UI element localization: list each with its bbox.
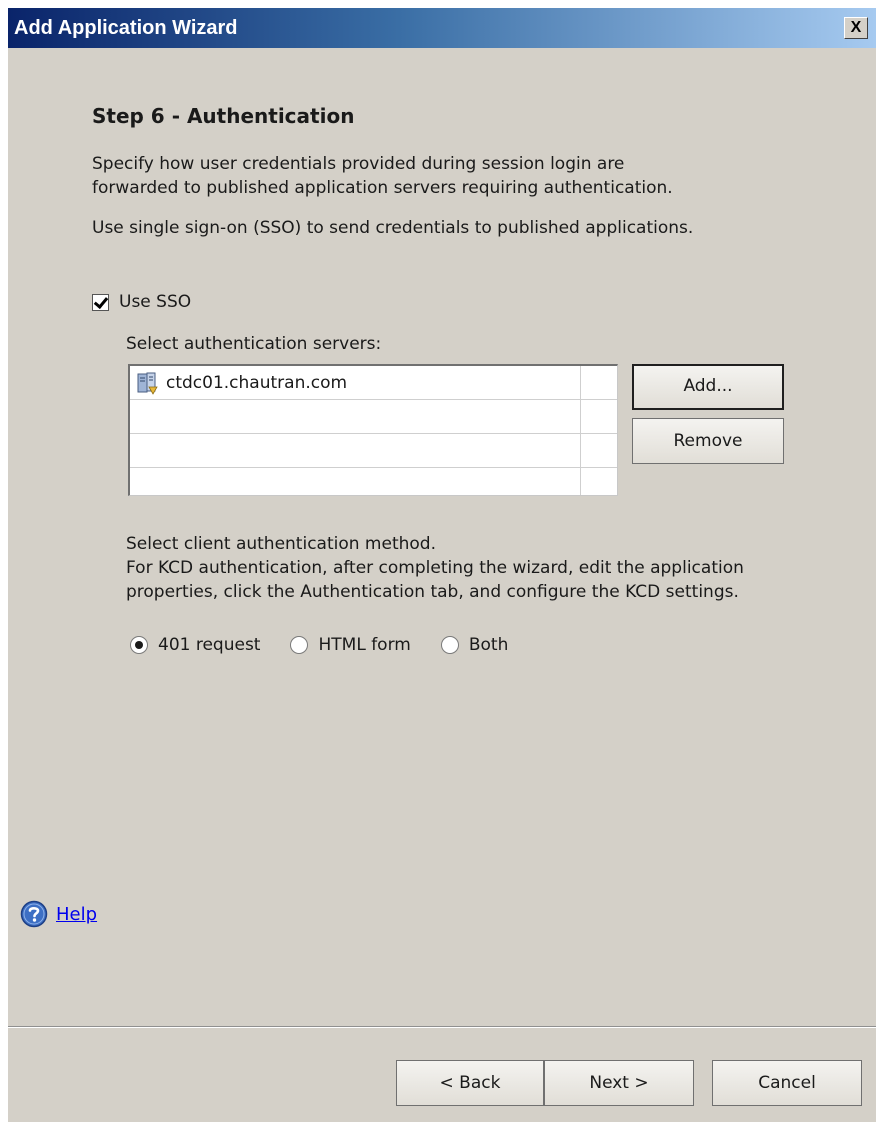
use-sso-option[interactable]: Use SSO bbox=[92, 290, 191, 314]
radio-both-label[interactable]: Both bbox=[469, 635, 509, 655]
client-auth-line-1: Select client authentication method. bbox=[126, 534, 436, 554]
footer-separator bbox=[8, 1026, 876, 1028]
next-button[interactable]: Next > bbox=[544, 1060, 694, 1106]
step-description: Specify how user credentials provided du… bbox=[92, 152, 792, 200]
client-auth-method-group: 401 request HTML form Both bbox=[130, 632, 538, 658]
list-column-divider bbox=[580, 366, 616, 399]
step-title: Step 6 - Authentication bbox=[92, 104, 355, 128]
back-button[interactable]: < Back bbox=[396, 1060, 544, 1106]
step-description-line-2: forwarded to published application serve… bbox=[92, 178, 673, 198]
add-server-button[interactable]: Add... bbox=[632, 364, 784, 410]
wizard-window: Add Application Wizard X Step 6 - Authen… bbox=[8, 8, 876, 1122]
client-auth-description: Select client authentication method. For… bbox=[126, 532, 846, 604]
radio-401-request-button[interactable] bbox=[130, 636, 148, 654]
radio-401-request[interactable]: 401 request bbox=[130, 635, 260, 655]
client-auth-line-3: properties, click the Authentication tab… bbox=[126, 582, 739, 602]
list-column-divider bbox=[580, 400, 616, 433]
list-column-divider bbox=[580, 434, 616, 467]
radio-html-form-button[interactable] bbox=[290, 636, 309, 654]
step-description-line-1: Specify how user credentials provided du… bbox=[92, 154, 625, 174]
use-sso-label[interactable]: Use SSO bbox=[119, 292, 191, 312]
list-item-empty bbox=[130, 434, 617, 468]
use-sso-checkbox[interactable] bbox=[92, 293, 109, 311]
list-item-empty bbox=[130, 468, 617, 495]
title-bar: Add Application Wizard X bbox=[8, 8, 876, 48]
cancel-button[interactable]: Cancel bbox=[712, 1060, 862, 1106]
help-link[interactable]: Help bbox=[56, 904, 97, 925]
radio-both-button[interactable] bbox=[440, 636, 459, 654]
server-name: ctdc01.chautran.com bbox=[166, 372, 348, 393]
list-column-divider bbox=[580, 468, 616, 495]
authentication-servers-list[interactable]: ctdc01.chautran.com bbox=[128, 364, 618, 496]
sso-description: Use single sign-on (SSO) to send credent… bbox=[92, 218, 694, 238]
list-item-empty bbox=[130, 400, 617, 434]
window-title: Add Application Wizard bbox=[14, 17, 238, 39]
help-icon[interactable] bbox=[20, 900, 48, 928]
servers-label: Select authentication servers: bbox=[126, 334, 382, 354]
radio-both[interactable]: Both bbox=[440, 635, 509, 655]
client-auth-line-2: For KCD authentication, after completing… bbox=[126, 558, 744, 578]
radio-html-form-label[interactable]: HTML form bbox=[318, 635, 410, 655]
radio-html-form[interactable]: HTML form bbox=[290, 635, 411, 655]
close-button[interactable]: X bbox=[844, 17, 868, 39]
radio-401-request-label[interactable]: 401 request bbox=[158, 635, 260, 655]
server-icon bbox=[136, 371, 158, 395]
list-item[interactable]: ctdc01.chautran.com bbox=[130, 366, 617, 400]
help-area: Help bbox=[20, 900, 97, 928]
remove-server-button[interactable]: Remove bbox=[632, 418, 784, 464]
